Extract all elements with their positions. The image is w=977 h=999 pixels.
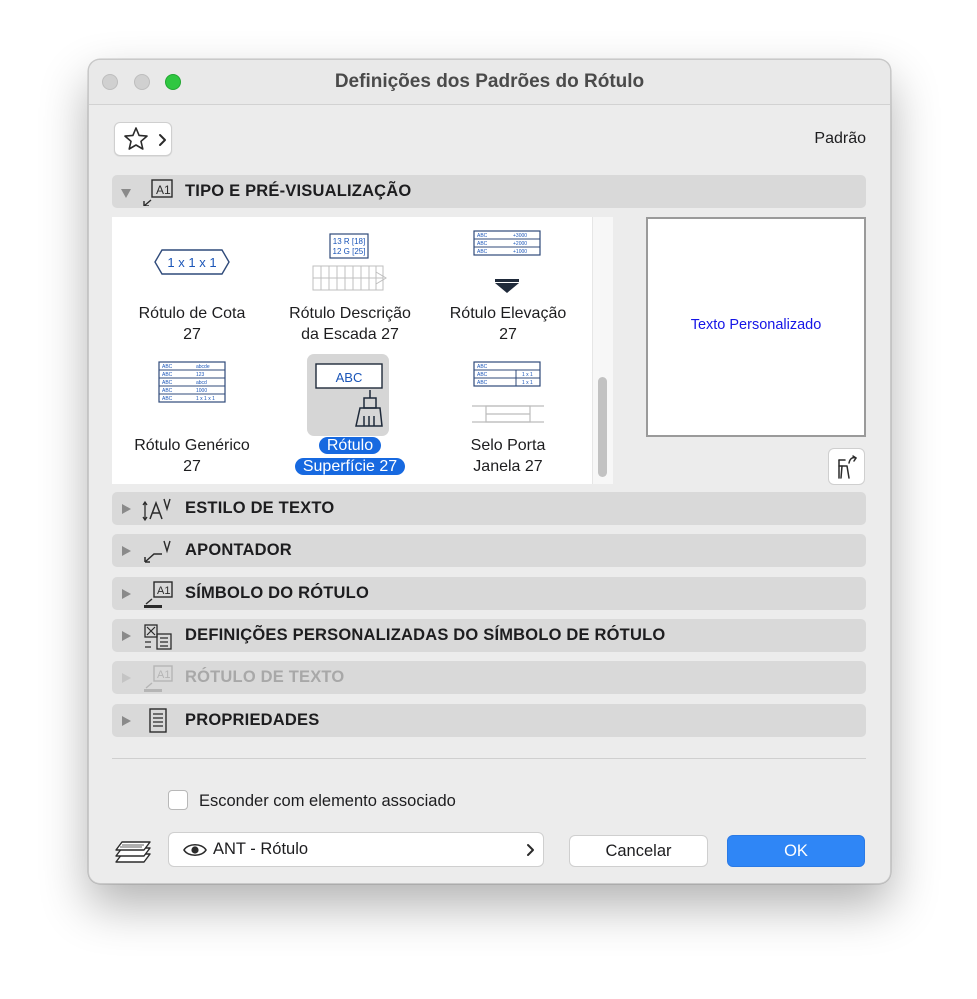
svg-text:1000: 1000	[196, 388, 207, 394]
custom-settings-icon	[144, 624, 172, 650]
disclosure-triangle-icon	[122, 631, 131, 641]
ok-button[interactable]: OK	[727, 835, 865, 867]
svg-text:12 G [25]: 12 G [25]	[333, 247, 366, 256]
svg-text:abcde: abcde	[196, 364, 210, 370]
divider	[112, 758, 866, 759]
eye-icon	[183, 843, 207, 857]
label-type-item[interactable]: ABC abcde ABC 123 ABC abcd ABC 1000 ABC 1 x 1…	[112, 354, 272, 484]
label-type-item[interactable]: 13 R [18] 12 G [25] Rótulo Descrição da E…	[270, 217, 430, 347]
section-label: DEFINIÇÕES PERSONALIZADAS DO SÍMBOLO DE …	[185, 626, 666, 644]
svg-text:ABC: ABC	[477, 241, 488, 247]
svg-text:1 x 1 x 1: 1 x 1 x 1	[167, 255, 216, 270]
label-type-grid: 1 x 1 x 1 Rótulo de Cota 27 13 R [18] 12 …	[112, 217, 613, 484]
elevation-label-thumbnail: ABC +3000 ABC +2000 ABC +1000	[473, 230, 541, 293]
svg-text:ABC: ABC	[162, 396, 173, 402]
section-label: APONTADOR	[185, 541, 292, 559]
svg-text:+3000: +3000	[513, 233, 527, 239]
preview-box: Texto Personalizado	[646, 217, 866, 437]
svg-text:ABC: ABC	[336, 370, 363, 385]
svg-text:1 x 1: 1 x 1	[522, 380, 533, 386]
dimension-label-thumbnail: 1 x 1 x 1	[154, 249, 230, 275]
svg-text:ABC: ABC	[162, 388, 173, 394]
svg-text:ABC: ABC	[477, 372, 488, 378]
chevron-right-icon	[159, 134, 166, 146]
door-window-label-thumbnail: ABC ABC ABC 1 x 1 1 x 1	[472, 361, 544, 423]
text-style-icon	[142, 498, 171, 522]
disclosure-triangle-icon	[122, 546, 131, 556]
svg-text:ABC: ABC	[477, 380, 488, 386]
svg-text:ABC: ABC	[477, 233, 488, 239]
section-propriedades[interactable]: PROPRIEDADES	[112, 704, 866, 737]
svg-text:A1: A1	[157, 585, 170, 597]
section-apontador[interactable]: APONTADOR	[112, 534, 866, 567]
layers-icon	[115, 841, 151, 863]
disclosure-triangle-icon	[121, 189, 131, 198]
preview-options-button[interactable]	[828, 448, 865, 485]
label-type-icon: A1	[143, 179, 173, 206]
chair-arrow-icon	[838, 455, 857, 479]
section-estilo-texto[interactable]: ESTILO DE TEXTO	[112, 492, 866, 525]
label-symbol-icon: A1	[144, 581, 173, 608]
label-type-item[interactable]: 1 x 1 x 1 Rótulo de Cota 27	[112, 217, 272, 347]
svg-text:ABC: ABC	[162, 364, 173, 370]
section-label: PROPRIEDADES	[185, 711, 320, 729]
grid-scrollbar-thumb[interactable]	[598, 377, 607, 477]
section-label: SÍMBOLO DO RÓTULO	[185, 584, 369, 602]
properties-document-icon	[149, 708, 167, 733]
stair-label-thumbnail: 13 R [18] 12 G [25]	[312, 233, 387, 291]
section-rotulo-texto: A1 RÓTULO DE TEXTO	[112, 661, 866, 694]
svg-text:A1: A1	[157, 669, 170, 681]
section-simbolo-rotulo[interactable]: A1 SÍMBOLO DO RÓTULO	[112, 577, 866, 610]
svg-text:ABC: ABC	[162, 372, 173, 378]
preset-label: Padrão	[814, 130, 866, 147]
svg-text:ABC: ABC	[477, 249, 488, 255]
generic-label-thumbnail: ABC abcde ABC 123 ABC abcd ABC 1000 ABC 1 x 1…	[158, 361, 226, 403]
svg-text:ABC: ABC	[162, 380, 173, 386]
label-type-item[interactable]: ABC ABC ABC 1 x 11 x 1 Selo Porta Janela 27	[428, 354, 588, 484]
preview-text: Texto Personalizado	[690, 317, 822, 333]
layer-value: ANT - Rótulo	[213, 840, 309, 858]
disclosure-triangle-icon	[122, 673, 131, 683]
svg-text:1 x 1 x 1: 1 x 1 x 1	[196, 396, 215, 402]
hide-with-element-label: Esconder com elemento associado	[199, 792, 456, 810]
svg-text:+1000: +1000	[513, 249, 527, 255]
chevron-right-icon	[527, 844, 534, 856]
label-type-item-selected[interactable]: ABC Rótulo Superfície 27	[270, 354, 430, 484]
disclosure-triangle-icon	[122, 504, 131, 514]
section-label: ESTILO DE TEXTO	[185, 499, 335, 517]
window-title: Definições dos Padrões do Rótulo	[334, 71, 645, 92]
cancel-button[interactable]: Cancelar	[569, 835, 708, 867]
title-bar: Definições dos Padrões do Rótulo	[89, 60, 890, 105]
svg-text:ABC: ABC	[477, 364, 488, 370]
text-label-icon: A1	[144, 665, 173, 692]
dialog-window: Definições dos Padrões do Rótulo Padrão …	[88, 59, 891, 884]
pointer-leader-icon	[144, 540, 171, 563]
label-type-item[interactable]: ABC +3000 ABC +2000 ABC +1000 Rótulo Ele…	[428, 217, 588, 347]
svg-text:+2000: +2000	[513, 241, 527, 247]
section-tipo-preview[interactable]: A1 TIPO E PRÉ-VISUALIZAÇÃO	[112, 175, 866, 208]
svg-text:1 x 1: 1 x 1	[522, 372, 533, 378]
surface-label-thumbnail: ABC	[315, 363, 383, 427]
section-definicoes-personalizadas[interactable]: DEFINIÇÕES PERSONALIZADAS DO SÍMBOLO DE …	[112, 619, 866, 652]
disclosure-triangle-icon	[122, 716, 131, 726]
hide-with-element-checkbox[interactable]	[168, 790, 188, 810]
favorites-button[interactable]	[114, 122, 172, 156]
svg-text:A1: A1	[156, 183, 171, 197]
svg-text:abcd: abcd	[196, 380, 207, 386]
section-label: TIPO E PRÉ-VISUALIZAÇÃO	[185, 182, 412, 200]
svg-text:123: 123	[196, 372, 205, 378]
section-label: RÓTULO DE TEXTO	[185, 668, 345, 686]
star-icon	[124, 127, 148, 150]
disclosure-triangle-icon	[122, 589, 131, 599]
svg-text:13 R [18]: 13 R [18]	[333, 237, 365, 246]
layer-select[interactable]: ANT - Rótulo	[168, 832, 544, 867]
